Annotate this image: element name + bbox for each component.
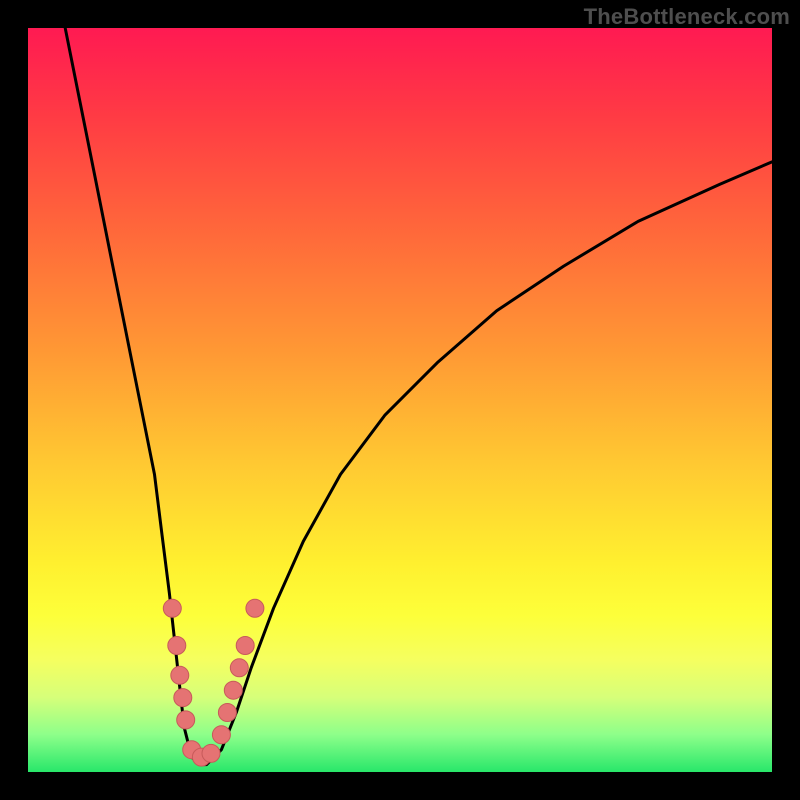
watermark-text: TheBottleneck.com	[584, 4, 790, 30]
data-point-cluster-right-top	[246, 599, 264, 617]
data-point-cluster-left-c	[174, 689, 192, 707]
chart-frame: TheBottleneck.com	[0, 0, 800, 800]
data-point-cluster-right-b	[218, 704, 236, 722]
data-point-cluster-left-top	[163, 599, 181, 617]
data-point-cluster-right-a	[212, 726, 230, 744]
data-point-cluster-left-a	[168, 637, 186, 655]
data-point-cluster-bottom-c	[202, 744, 220, 762]
data-point-cluster-right-d	[230, 659, 248, 677]
data-points-group	[163, 599, 264, 766]
chart-plot-area	[28, 28, 772, 772]
data-point-cluster-right-c	[224, 681, 242, 699]
chart-svg	[28, 28, 772, 772]
data-point-cluster-right-e	[236, 637, 254, 655]
data-point-cluster-left-b	[171, 666, 189, 684]
data-point-cluster-left-d	[177, 711, 195, 729]
bottleneck-curve	[65, 28, 772, 765]
